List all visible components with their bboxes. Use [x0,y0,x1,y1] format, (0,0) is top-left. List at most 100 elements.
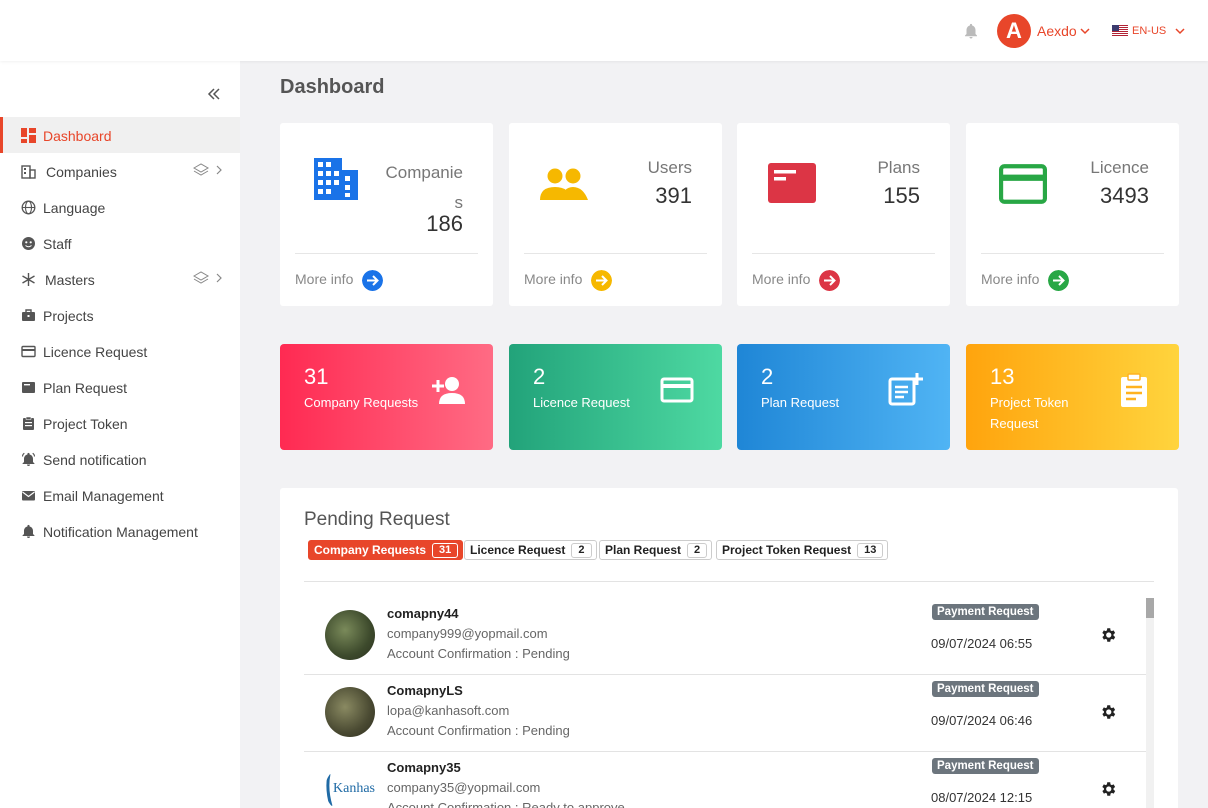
sidebar-item-projects[interactable]: Projects [0,297,240,333]
page-title: Dashboard [280,76,385,98]
us-flag-icon[interactable] [1112,25,1128,36]
arrow-right-icon[interactable] [591,270,612,291]
sidebar-item-label: Email Management [43,488,164,504]
staff-icon [22,237,35,250]
tab-plan-request[interactable]: Plan Request 2 [599,540,713,560]
tab-count: 2 [571,542,592,558]
stat-value: 186 [426,211,463,236]
sidebar-item-licence-request[interactable]: Licence Request [0,333,240,369]
divider [524,253,707,254]
divider [981,253,1164,254]
tab-count: 31 [432,542,459,558]
more-info-link[interactable]: More info [981,271,1039,287]
collapse-sidebar-icon[interactable] [206,86,222,102]
arrow-right-icon[interactable] [1048,270,1069,291]
stat-card-licence: Licence 3493 More info [966,123,1179,306]
request-count: 2 [761,364,774,389]
sidebar-item-companies[interactable]: Companies [0,153,240,189]
stat-label: Plans [877,158,920,177]
sidebar-item-masters[interactable]: Masters [0,261,240,297]
request-count: 31 [304,364,329,389]
envelope-icon [22,491,35,501]
sidebar-item-label: Plan Request [43,380,128,396]
layers-chevron-icon [193,271,222,284]
sidebar-item-dashboard[interactable]: Dashboard [0,117,240,153]
stat-value: 3493 [1100,183,1149,208]
gear-icon[interactable] [1099,703,1117,721]
user-avatar[interactable]: A [997,14,1031,48]
notification-bell-icon[interactable] [962,22,980,40]
building-icon [21,165,36,179]
tab-project-token-request[interactable]: Project Token Request 13 [716,540,889,560]
stat-label: Users [647,158,692,177]
snowflake-icon [22,273,35,286]
table-row: ComapnyLS lopa@kanhasoft.com Account Con… [304,675,1146,752]
request-label: Plan Request [761,395,840,410]
company-requests-card[interactable]: 31 Company Requests [280,344,493,450]
sidebar-item-label: Notification Management [43,524,198,540]
gear-icon[interactable] [1099,780,1117,798]
sidebar-item-label: Language [43,200,106,216]
chevron-down-icon[interactable] [1080,26,1090,36]
licence-request-card[interactable]: 2 Licence Request [509,344,722,450]
scrollbar-thumb[interactable] [1146,598,1154,618]
top-bar: A Aexdo EN-US [0,0,1208,61]
sidebar-item-plan-request[interactable]: Plan Request [0,369,240,405]
company-email: company999@yopmail.com [387,626,548,641]
status-badge: Payment Request [932,681,1039,697]
divider [295,253,478,254]
user-name[interactable]: Aexdo [1037,23,1077,39]
sidebar-item-label: Project Token [43,416,128,432]
company-email: lopa@kanhasoft.com [387,703,510,718]
building-icon [314,158,358,200]
sidebar-item-project-token[interactable]: Project Token [0,405,240,441]
bell-ring-icon [21,452,36,466]
tab-licence-request[interactable]: Licence Request 2 [464,540,597,560]
chevron-down-icon[interactable] [1175,26,1185,36]
arrow-right-icon[interactable] [819,270,840,291]
request-date: 09/07/2024 06:46 [931,713,1033,728]
company-avatar [325,687,375,737]
gear-icon[interactable] [1099,626,1117,644]
company-name: comapny44 [387,606,459,621]
sidebar-item-send-notification[interactable]: Send notification [0,441,240,477]
note-add-icon [888,373,923,406]
card-icon [21,345,36,358]
tab-label: Plan Request [605,543,682,557]
bell-icon [22,524,35,538]
request-date: 09/07/2024 06:55 [931,636,1033,651]
card-icon [660,377,694,403]
sidebar-item-label: Projects [43,308,94,324]
sidebar-item-language[interactable]: Language [0,189,240,225]
sidebar-item-label: Masters [45,272,95,288]
project-token-request-card[interactable]: 13 Project Token Request [966,344,1179,450]
sidebar-item-notification-management[interactable]: Notification Management [0,513,240,549]
arrow-right-icon[interactable] [362,270,383,291]
stat-card-plans: Plans 155 More info [737,123,950,306]
briefcase-icon [22,309,35,321]
sidebar-item-staff[interactable]: Staff [0,225,240,261]
sidebar-item-label: Dashboard [43,128,112,144]
more-info-link[interactable]: More info [295,271,353,287]
scrollbar-track[interactable] [1146,598,1154,808]
dashboard-icon [21,128,36,143]
users-icon [540,168,588,200]
plan-request-card[interactable]: 2 Plan Request [737,344,950,450]
table-row: comapny44 company999@yopmail.com Account… [304,598,1146,675]
request-date: 08/07/2024 12:15 [931,790,1033,805]
kanhasoft-logo: Kanhas [326,773,375,807]
account-status: Account Confirmation : Pending [387,646,570,661]
more-info-link[interactable]: More info [524,271,582,287]
clipboard-icon [23,416,34,430]
sidebar-item-label: Staff [43,236,72,252]
sidebar-item-label: Licence Request [43,344,148,360]
tab-count: 2 [687,542,708,558]
stat-value: 155 [883,183,920,208]
divider [752,253,935,254]
tab-company-requests[interactable]: Company Requests 31 [308,540,464,560]
sidebar-item-email-management[interactable]: Email Management [0,477,240,513]
status-badge: Payment Request [932,604,1039,620]
more-info-link[interactable]: More info [752,271,810,287]
language-selector[interactable]: EN-US [1132,25,1166,37]
card-icon [999,164,1047,204]
